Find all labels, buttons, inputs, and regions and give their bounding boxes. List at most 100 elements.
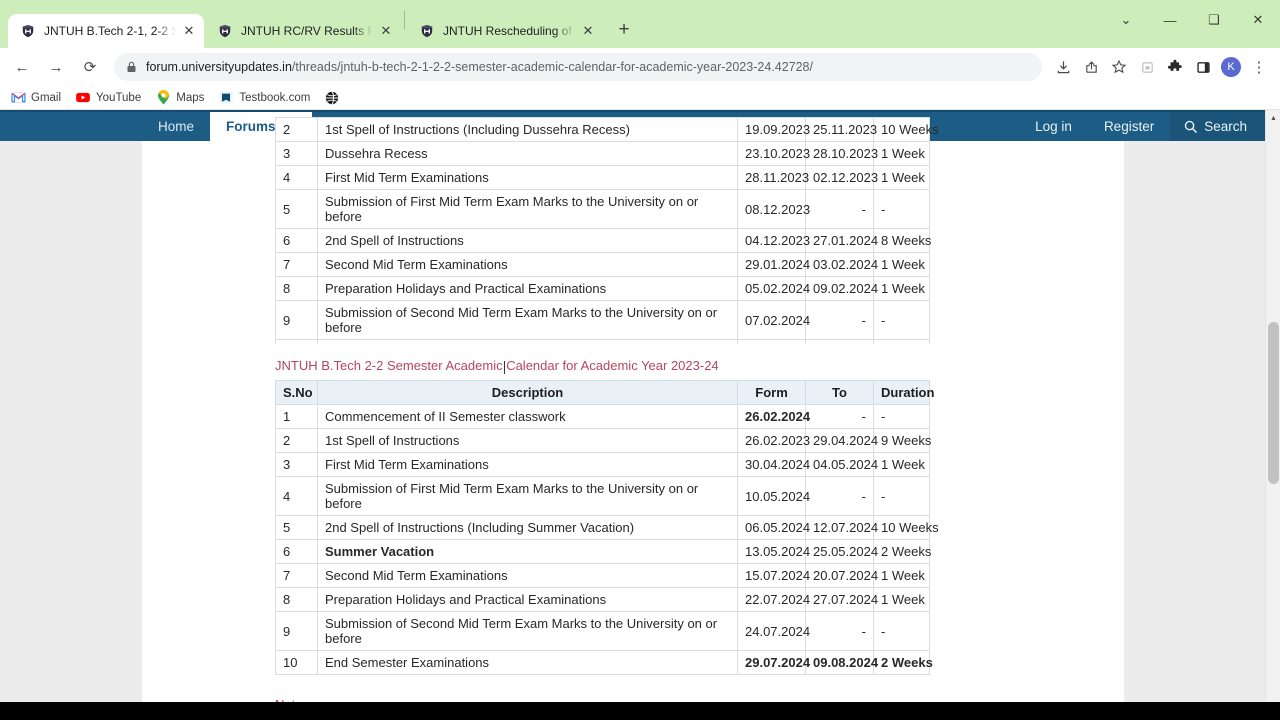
share-icon[interactable]	[1078, 54, 1104, 80]
page-viewport: Home Forums ▼ What's new ▼ Members ▼ Log…	[0, 110, 1280, 720]
browser-tab-3[interactable]: JNTUH Rescheduling of UG/PG E ✕	[407, 14, 603, 48]
url-path: /threads/jntuh-b-tech-2-1-2-2-semester-a…	[291, 60, 813, 74]
minimize-button[interactable]: —	[1148, 3, 1192, 37]
table-row: 10 End Semester Examinations 12.02.2024 …	[275, 339, 930, 344]
bookmark-globe[interactable]	[324, 90, 345, 106]
table-row: 1 Commencement of II Semester classwork …	[275, 404, 930, 429]
header-sno: S.No	[275, 380, 318, 405]
cell-to: 24.02.2024	[805, 339, 874, 344]
cell-sno: 3	[275, 452, 318, 477]
cell-description: 1st Spell of Instructions (Including Dus…	[317, 117, 738, 142]
shield-icon	[217, 23, 233, 39]
page-scrollbar[interactable]: ▲ ▼	[1265, 110, 1280, 720]
bookmark-star-icon[interactable]	[1106, 54, 1132, 80]
reading-list-icon[interactable]	[1134, 54, 1160, 80]
cell-from: 05.02.2024	[737, 276, 810, 301]
bookmark-testbook[interactable]: Testbook.com	[218, 90, 310, 106]
browser-window: JNTUH B.Tech 2-1, 2-2 Semester ✕ JNTUH R…	[0, 0, 1280, 720]
table-2-1-wrapper: 2 1st Spell of Instructions (Including D…	[160, 117, 1106, 344]
maps-pin-icon	[155, 90, 171, 106]
cell-description: Submission of Second Mid Term Exam Marks…	[317, 611, 738, 651]
youtube-icon	[75, 90, 91, 106]
cell-description: Summer Vacation	[317, 539, 738, 564]
cell-description: First Mid Term Examinations	[317, 165, 738, 190]
table-row: 10 End Semester Examinations 29.07.2024 …	[275, 650, 933, 675]
search-icon	[1184, 120, 1198, 133]
cell-description: End Semester Examinations	[317, 650, 738, 675]
new-tab-button[interactable]: +	[610, 16, 638, 44]
shield-icon	[20, 23, 36, 39]
cell-sno: 6	[275, 539, 318, 564]
cell-duration: -	[873, 611, 930, 651]
tab-close-icon[interactable]: ✕	[377, 22, 395, 40]
install-page-icon[interactable]	[1050, 54, 1076, 80]
cell-sno: 6	[275, 228, 318, 253]
cell-duration: -	[873, 189, 930, 229]
cell-description: Submission of First Mid Term Exam Marks …	[317, 476, 738, 516]
cell-sno: 5	[275, 515, 318, 540]
tab-strip: JNTUH B.Tech 2-1, 2-2 Semester ✕ JNTUH R…	[0, 0, 638, 48]
extensions-puzzle-icon[interactable]	[1162, 54, 1188, 80]
browser-tab-1[interactable]: JNTUH B.Tech 2-1, 2-2 Semester ✕	[8, 14, 204, 48]
cell-sno: 9	[275, 611, 318, 651]
cell-sno: 9	[275, 300, 318, 340]
cell-duration: 1 Week	[873, 276, 930, 301]
bookmarks-bar: Gmail YouTube Maps Testbook.com	[0, 86, 1280, 110]
cell-from: 30.04.2024	[737, 452, 810, 477]
header-from: Form	[737, 380, 806, 405]
cell-sno: 8	[275, 587, 318, 612]
header-duration: Duration	[873, 380, 934, 405]
bookmark-label: Maps	[176, 91, 205, 104]
cell-sno: 2	[275, 117, 318, 142]
tab-close-icon[interactable]: ✕	[579, 22, 597, 40]
forward-button[interactable]: →	[42, 53, 70, 81]
side-panel-icon[interactable]	[1190, 54, 1216, 80]
table-2-2-title[interactable]: JNTUH B.Tech 2-2 Semester Academic Calen…	[275, 358, 1106, 373]
maximize-button[interactable]: ❑	[1192, 3, 1236, 37]
header-to: To	[805, 380, 874, 405]
browser-tab-2[interactable]: JNTUH RC/RV Results For B.Pharm ✕	[205, 14, 401, 48]
tab-search-chevron-icon[interactable]: ⌄	[1104, 3, 1148, 37]
thread-content: 2 1st Spell of Instructions (Including D…	[142, 117, 1124, 720]
tab-close-icon[interactable]: ✕	[180, 22, 198, 40]
cell-from: 26.02.2024	[737, 404, 810, 429]
cell-duration: 1 Week	[873, 141, 930, 166]
close-window-button[interactable]: ✕	[1236, 3, 1280, 37]
cell-sno: 5	[275, 189, 318, 229]
cell-description: Second Mid Term Examinations	[317, 563, 738, 588]
globe-icon	[324, 90, 340, 106]
cell-duration: 1 Week	[873, 165, 930, 190]
table-row: 9 Submission of Second Mid Term Exam Mar…	[275, 611, 930, 651]
cell-to: -	[805, 300, 874, 340]
cell-sno: 2	[275, 428, 318, 453]
cell-duration: 8 Weeks	[873, 228, 931, 253]
table-row: 2 1st Spell of Instructions (Including D…	[275, 117, 939, 142]
testbook-icon	[218, 90, 234, 106]
bookmark-gmail[interactable]: Gmail	[10, 90, 61, 106]
cell-from: 08.12.2023	[737, 189, 810, 229]
cell-duration: 1 Week	[873, 587, 930, 612]
back-button[interactable]: ←	[8, 53, 36, 81]
cell-to: -	[805, 611, 874, 651]
cell-duration: 1 Week	[873, 252, 930, 277]
cell-to: 25.05.2024	[805, 539, 878, 564]
search-button[interactable]: Search	[1170, 112, 1265, 141]
text-caret	[504, 361, 505, 374]
browser-menu-button[interactable]: ⋮	[1246, 54, 1272, 80]
table-body: 2 1st Spell of Instructions (Including D…	[275, 117, 939, 344]
scrollbar-thumb[interactable]	[1268, 322, 1279, 484]
cell-to: 03.02.2024	[805, 252, 878, 277]
address-bar[interactable]: forum.universityupdates.in/threads/jntuh…	[114, 53, 1042, 81]
search-label: Search	[1204, 119, 1247, 134]
cell-from: 22.07.2024	[737, 587, 810, 612]
bookmark-label: Testbook.com	[239, 91, 311, 104]
table-row: 3 First Mid Term Examinations 30.04.2024…	[275, 452, 930, 477]
bookmark-youtube[interactable]: YouTube	[75, 90, 141, 106]
reload-button[interactable]: ⟳	[76, 53, 104, 81]
bookmark-maps[interactable]: Maps	[155, 90, 204, 106]
scroll-up-arrow-icon[interactable]: ▲	[1266, 110, 1280, 126]
profile-avatar[interactable]: K	[1218, 54, 1244, 80]
window-controls: ⌄ — ❑ ✕	[1104, 0, 1280, 40]
cell-duration: 1 Week	[873, 452, 930, 477]
shield-icon	[419, 23, 435, 39]
